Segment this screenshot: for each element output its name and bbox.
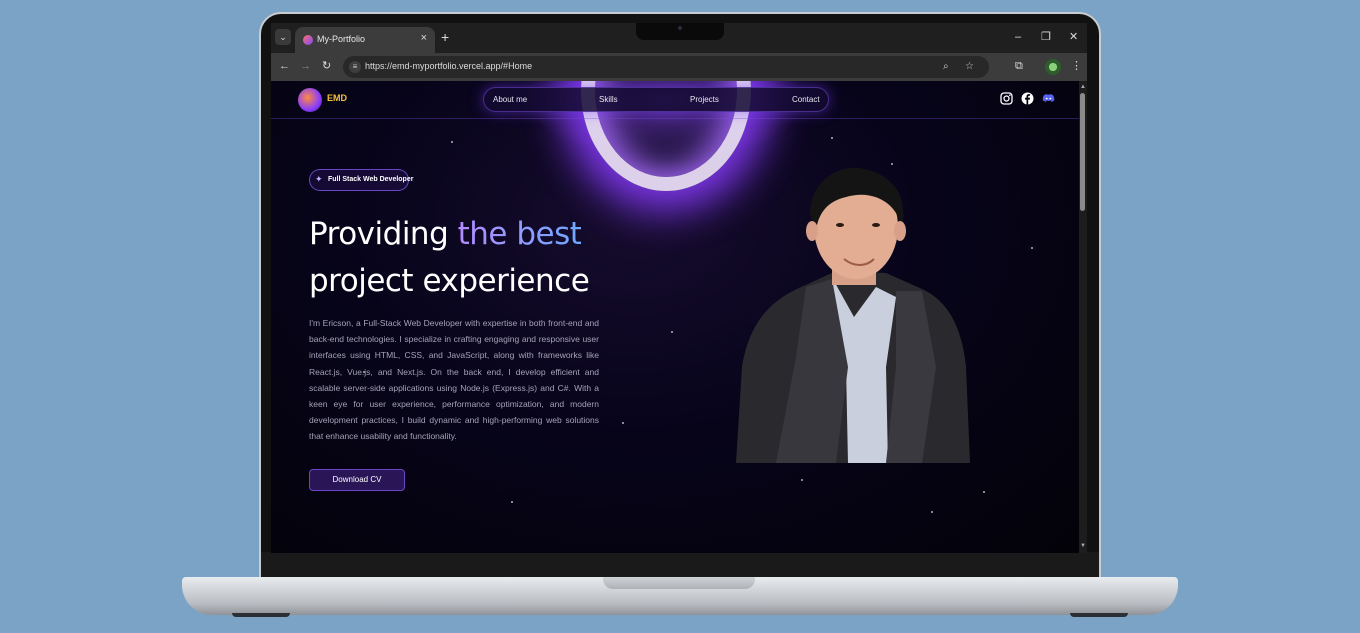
nav-link-about[interactable]: About me: [493, 95, 527, 104]
tab-search-icon[interactable]: ⌄: [275, 29, 291, 45]
laptop-bezel: [261, 552, 1099, 580]
site-info-icon[interactable]: ≡: [349, 61, 361, 73]
nav-links-pill: About me Skills Projects Contact: [483, 87, 829, 112]
sparkles-icon: ✦: [315, 174, 323, 184]
nav-link-skills[interactable]: Skills: [599, 95, 618, 104]
discord-icon[interactable]: [1042, 92, 1055, 105]
laptop-opening-notch: [603, 577, 755, 589]
zoom-icon[interactable]: ⌕: [943, 61, 949, 73]
forward-button[interactable]: →: [300, 60, 311, 72]
minimize-button[interactable]: –: [1015, 31, 1021, 43]
bookmark-star-icon[interactable]: ☆: [965, 61, 974, 73]
page-scrollbar[interactable]: ▲ ▼: [1079, 81, 1087, 553]
role-badge: ✦ Full Stack Web Developer: [309, 169, 413, 191]
profile-avatar[interactable]: [1045, 59, 1061, 75]
site-navbar: EMD About me Skills Projects Contact: [271, 81, 1079, 119]
facebook-icon[interactable]: [1021, 92, 1034, 105]
nav-link-contact[interactable]: Contact: [792, 95, 820, 104]
menu-kebab-icon[interactable]: ⋮: [1071, 60, 1082, 72]
reload-button[interactable]: ↻: [322, 60, 331, 72]
close-window-button[interactable]: ✕: [1069, 31, 1078, 43]
profile-photo: [736, 167, 970, 463]
new-tab-button[interactable]: +: [441, 30, 449, 44]
favicon-icon: [303, 35, 313, 45]
hero-title: Providing the best project experience: [309, 211, 590, 305]
camera-notch: [636, 23, 724, 40]
hero-title-plain: Providing: [309, 216, 458, 252]
restore-button[interactable]: ❐: [1041, 31, 1051, 43]
laptop-foot: [232, 613, 290, 617]
laptop-foot: [1070, 613, 1128, 617]
nav-link-projects[interactable]: Projects: [690, 95, 719, 104]
scroll-down-arrow-icon[interactable]: ▼: [1080, 543, 1086, 549]
scroll-up-arrow-icon[interactable]: ▲: [1080, 84, 1086, 90]
tab-title: My-Portfolio: [317, 34, 366, 44]
site-logo[interactable]: [298, 88, 322, 112]
scrollbar-thumb[interactable]: [1080, 93, 1085, 211]
url-text[interactable]: https://emd-myportfolio.vercel.app/#Home: [365, 61, 532, 71]
browser-tab-active[interactable]: My-Portfolio ×: [295, 27, 435, 53]
portfolio-page: EMD About me Skills Projects Contact ✦ F…: [271, 81, 1079, 553]
hero-title-accent: the best: [457, 216, 582, 252]
download-cv-button[interactable]: Download CV: [309, 469, 405, 491]
extensions-icon[interactable]: ⧉: [1015, 60, 1023, 72]
logo-text[interactable]: EMD: [327, 93, 347, 103]
instagram-icon[interactable]: [1000, 92, 1013, 105]
laptop-screen: ⌄ My-Portfolio × + – ❐ ✕ ← → ↻ ≡ https:/…: [271, 23, 1087, 553]
back-button[interactable]: ←: [279, 60, 290, 72]
hero-title-line2: project experience: [309, 263, 590, 299]
tab-close-icon[interactable]: ×: [421, 32, 427, 44]
address-bar[interactable]: ≡ https://emd-myportfolio.vercel.app/#Ho…: [343, 56, 989, 78]
browser-toolbar: ← → ↻ ≡ https://emd-myportfolio.vercel.a…: [271, 53, 1087, 81]
hero-description: I'm Ericson, a Full-Stack Web Developer …: [309, 318, 599, 442]
badge-label: Full Stack Web Developer: [328, 176, 414, 183]
